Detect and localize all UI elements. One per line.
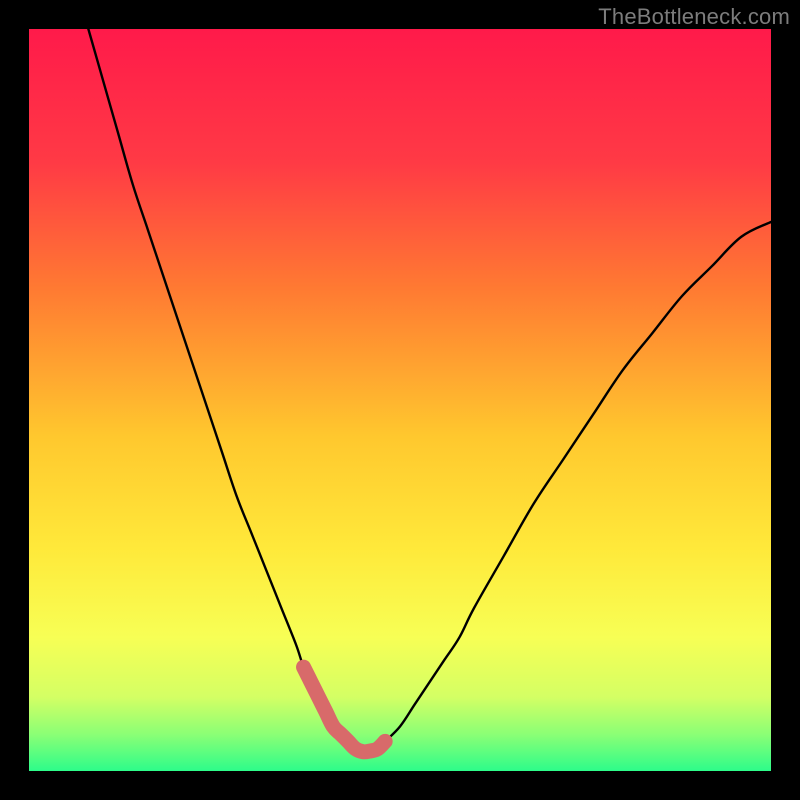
chart-frame: TheBottleneck.com xyxy=(0,0,800,800)
chart-svg xyxy=(0,0,800,800)
plot-area xyxy=(29,29,771,771)
watermark-text: TheBottleneck.com xyxy=(598,4,790,30)
